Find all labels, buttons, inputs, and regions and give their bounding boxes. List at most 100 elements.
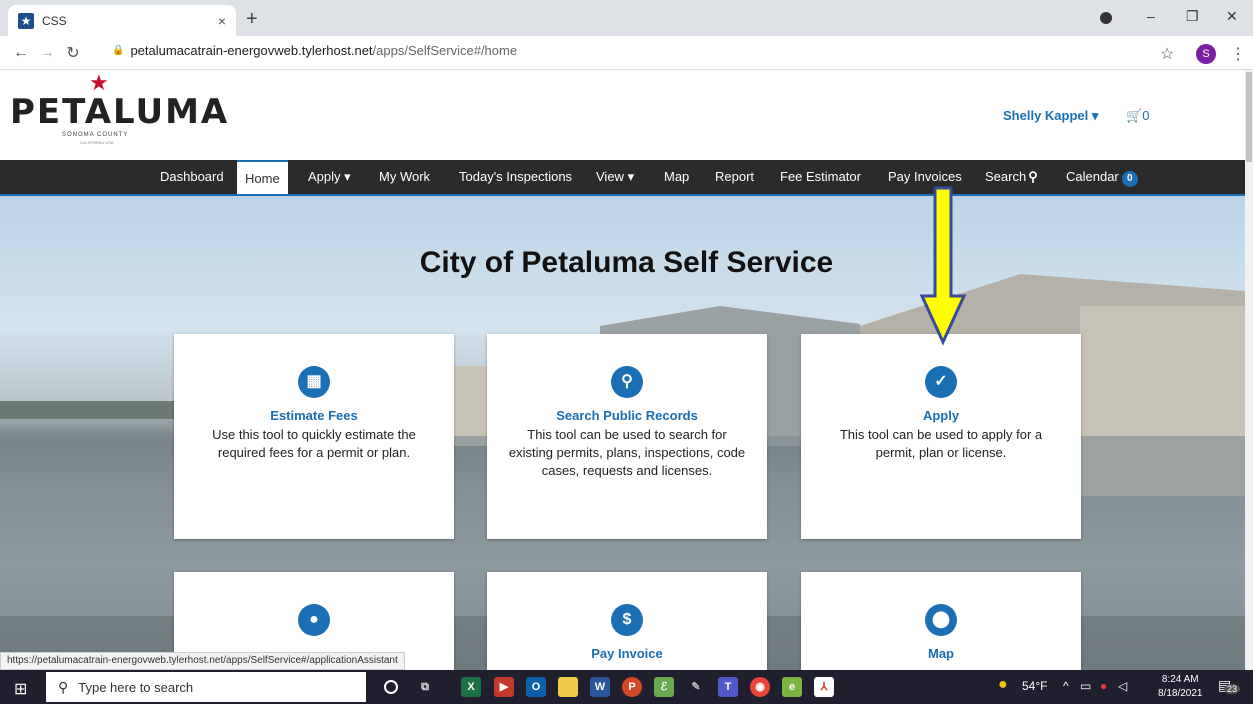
acrobat-icon[interactable]: ⅄: [814, 677, 834, 697]
chrome-icon[interactable]: ◉: [750, 677, 770, 697]
caret-down-icon: ▾: [1091, 108, 1099, 123]
nav-dashboard[interactable]: Dashboard: [152, 160, 232, 194]
media-app-icon[interactable]: ▶: [494, 677, 514, 697]
nav-label: Map: [664, 169, 690, 184]
caret-down-icon: ▾: [344, 169, 351, 184]
nav-apply[interactable]: Apply ▾: [300, 160, 359, 194]
nav-calendar[interactable]: Calendar 0: [1058, 160, 1146, 194]
back-arrow-icon[interactable]: ←: [8, 44, 34, 62]
site-logo[interactable]: PETALUMA: [10, 92, 229, 132]
profile-avatar[interactable]: S: [1196, 44, 1216, 64]
volume-icon[interactable]: ◁: [1118, 679, 1127, 693]
window-close-button[interactable]: ✕: [1226, 8, 1238, 25]
app-icon[interactable]: ℰ: [654, 677, 674, 697]
browser-tab[interactable]: ★ CSS ×: [8, 5, 236, 36]
calculator-icon: ▦: [298, 366, 330, 398]
logo-subtitle: SONOMA COUNTY: [62, 132, 129, 138]
task-view-icon[interactable]: ⧉: [415, 677, 435, 697]
card-description: This tool can be used to apply for a per…: [839, 427, 1043, 460]
nav-label: Pay Invoices: [888, 169, 962, 184]
teams-icon[interactable]: T: [718, 677, 738, 697]
card-title[interactable]: Pay Invoice: [487, 646, 767, 661]
nav-report[interactable]: Report: [707, 160, 762, 194]
window-minimize-button[interactable]: –: [1147, 8, 1155, 24]
search-icon: ⚲: [611, 366, 643, 398]
card-apply[interactable]: ✓ Apply This tool can be used to apply f…: [801, 334, 1081, 539]
url-bar[interactable]: 🔒 petalumacatrain-energovweb.tylerhost.n…: [112, 43, 517, 58]
scrollbar-thumb[interactable]: [1246, 72, 1252, 162]
nav-label: Search: [985, 169, 1027, 184]
dollar-icon: $: [611, 604, 643, 636]
card-search-public-records[interactable]: ⚲ Search Public Records This tool can be…: [487, 334, 767, 539]
calendar-badge: 0: [1121, 171, 1138, 187]
security-alert-icon[interactable]: ●: [1100, 679, 1107, 693]
nav-home[interactable]: Home: [237, 160, 288, 194]
nav-view[interactable]: View ▾: [588, 160, 642, 194]
reload-icon[interactable]: ↻: [60, 43, 86, 63]
nav-label: Apply: [308, 169, 341, 184]
forward-arrow-icon[interactable]: →: [34, 44, 60, 62]
cart-count: 0: [1142, 108, 1150, 123]
site-header: ★ PETALUMA SONOMA COUNTY CALIFORNIA·USA …: [0, 70, 1245, 160]
cart-icon: 🛒: [1126, 108, 1143, 123]
search-placeholder: Type here to search: [78, 679, 194, 695]
bookmark-star-icon[interactable]: ☆: [1160, 44, 1174, 64]
card-estimate-fees[interactable]: ▦ Estimate Fees Use this tool to quickly…: [174, 334, 454, 539]
window-maximize-button[interactable]: ❐: [1186, 8, 1199, 25]
search-icon: ⚲: [1028, 169, 1038, 184]
logo-subtitle-small: CALIFORNIA·USA: [80, 140, 114, 145]
powerpoint-icon[interactable]: P: [622, 677, 642, 697]
card-pay-invoice[interactable]: $ Pay Invoice: [487, 572, 767, 670]
notification-count: 23: [1224, 684, 1241, 694]
nav-search[interactable]: Search ⚲: [977, 160, 1046, 194]
tray-chevron-icon[interactable]: ^: [1063, 679, 1069, 693]
site-favicon-icon: ★: [18, 12, 34, 29]
windows-start-icon[interactable]: ⊞: [14, 679, 27, 699]
url-host: petalumacatrain-energovweb.tylerhost.net: [130, 43, 373, 58]
weather-temp[interactable]: 54°F: [1022, 679, 1047, 693]
browser-tab-strip: ★ CSS × + – ❐ ✕: [0, 0, 1253, 36]
page-title: City of Petaluma Self Service: [419, 246, 834, 279]
clock-date: 8/18/2021: [1158, 688, 1203, 699]
tools-icon[interactable]: ✎: [686, 677, 706, 697]
nav-label: Today's Inspections: [459, 169, 573, 184]
taskbar-clock[interactable]: 8:24 AM 8/18/2021: [1158, 673, 1203, 701]
weather-icon[interactable]: ●: [998, 676, 1008, 694]
network-icon[interactable]: ▭: [1080, 679, 1091, 693]
card-title[interactable]: Map: [801, 646, 1081, 661]
excel-icon[interactable]: X: [461, 677, 481, 697]
card-title[interactable]: Search Public Records: [487, 408, 767, 423]
word-icon[interactable]: W: [590, 677, 610, 697]
media-indicator-icon[interactable]: [1100, 12, 1112, 24]
card-map[interactable]: ⬤ Map: [801, 572, 1081, 670]
nav-label: Report: [715, 169, 755, 184]
nav-fee-estimator[interactable]: Fee Estimator: [772, 160, 869, 194]
file-explorer-icon[interactable]: [558, 677, 578, 697]
cart-button[interactable]: 🛒0: [1126, 108, 1149, 124]
card-title[interactable]: Estimate Fees: [174, 408, 454, 423]
energov-icon[interactable]: e: [782, 677, 802, 697]
map-marker-icon: ⬤: [925, 604, 957, 636]
caret-down-icon: ▾: [627, 169, 635, 184]
nav-my-work[interactable]: My Work: [371, 160, 438, 194]
windows-taskbar: ⊞ ⚲ Type here to search ⧉ X ▶ O W P ℰ ✎ …: [0, 670, 1253, 704]
nav-todays-inspections[interactable]: Today's Inspections: [451, 160, 580, 194]
user-menu[interactable]: Shelly Kappel ▾: [1003, 108, 1098, 124]
arrow-annotation: [919, 186, 967, 346]
new-tab-button[interactable]: +: [246, 8, 258, 31]
cortana-icon[interactable]: [384, 680, 398, 694]
nav-label: My Work: [379, 169, 431, 184]
nav-label: View: [596, 169, 624, 184]
outlook-icon[interactable]: O: [526, 677, 546, 697]
taskbar-search[interactable]: ⚲ Type here to search: [46, 672, 366, 702]
tab-title: CSS: [42, 13, 67, 28]
tab-close-icon[interactable]: ×: [218, 13, 226, 29]
clipboard-check-icon: ✓: [925, 366, 957, 398]
url-path: /apps/SelfService#/home: [372, 43, 518, 58]
card-title[interactable]: Apply: [801, 408, 1081, 423]
main-nav: Dashboard Home Apply ▾ My Work Today's I…: [0, 160, 1245, 196]
nav-map[interactable]: Map: [656, 160, 697, 194]
browser-menu-icon[interactable]: ⋮: [1230, 44, 1246, 64]
user-icon: ●: [298, 604, 330, 636]
user-name: Shelly Kappel: [1003, 108, 1089, 123]
